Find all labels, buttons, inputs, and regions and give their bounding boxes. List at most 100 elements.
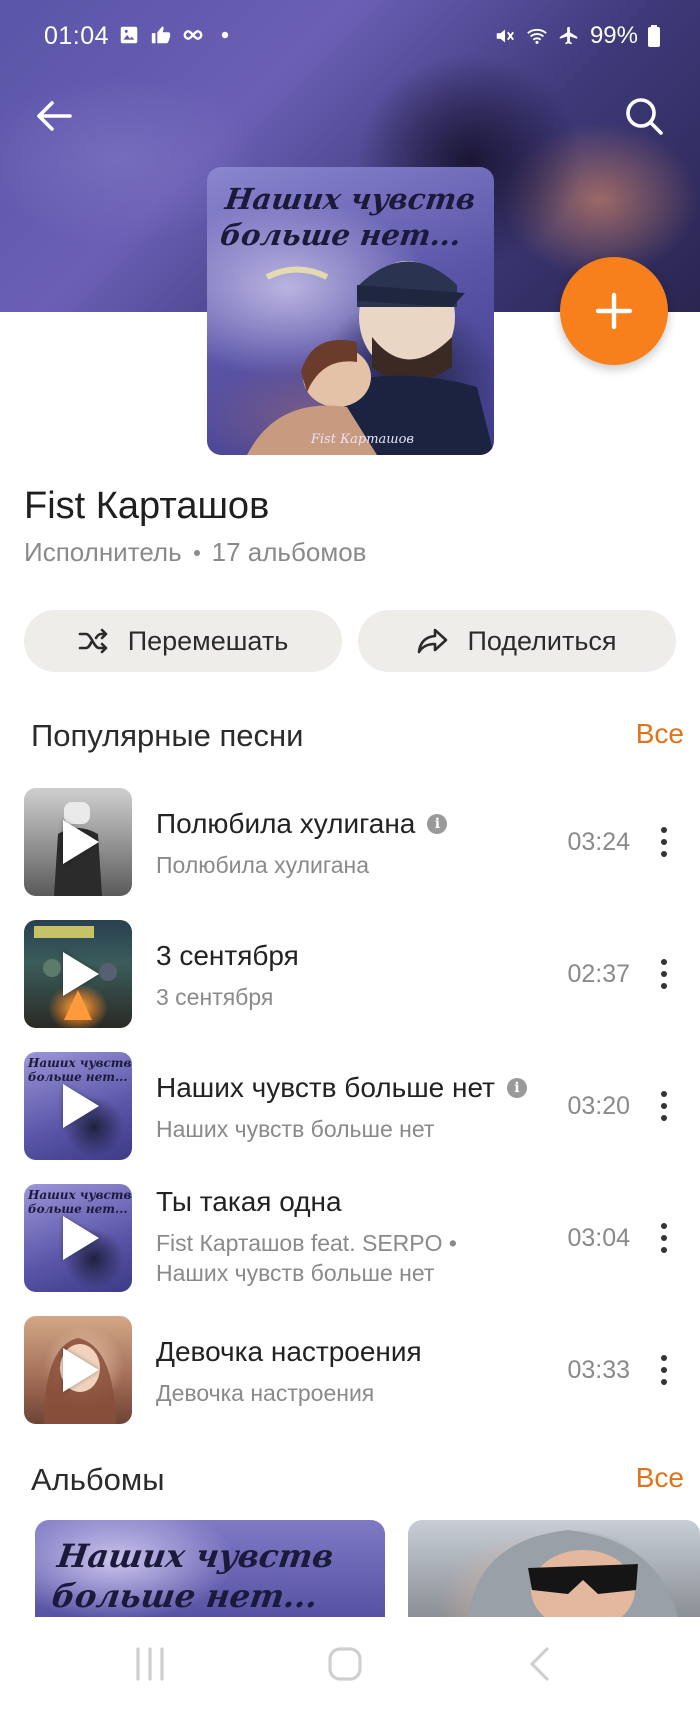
song-subtitle: Fist Карташов feat. SERPO • Наших чувств… xyxy=(156,1228,457,1288)
song-thumbnail-text: Наших чувств больше нет... xyxy=(28,1056,131,1084)
album-title-line-1: Наших чувств xyxy=(55,1537,337,1575)
add-button[interactable] xyxy=(560,257,668,365)
song-thumbnail[interactable]: Наших чувств больше нет... xyxy=(24,1184,132,1292)
more-options-button[interactable] xyxy=(650,1214,678,1262)
album-card[interactable]: Наших чувств больше нет... xyxy=(35,1520,385,1617)
home-button[interactable] xyxy=(315,1639,375,1689)
popular-songs-all-link[interactable]: Все xyxy=(636,718,684,750)
separator-dot xyxy=(193,549,200,556)
shuffle-button[interactable]: Перемешать xyxy=(24,610,342,672)
albums-title: Альбомы xyxy=(31,1462,165,1497)
song-title-text: Девочка настроения xyxy=(156,1336,422,1367)
more-options-button[interactable] xyxy=(650,1082,678,1130)
song-duration: 03:24 xyxy=(567,828,630,856)
arrow-left-icon xyxy=(37,101,72,131)
albums-count: 17 альбомов xyxy=(211,537,367,567)
song-duration: 02:37 xyxy=(567,960,630,988)
more-dot xyxy=(661,971,667,977)
more-dot xyxy=(661,1115,667,1121)
more-dot xyxy=(661,959,667,965)
more-options-button[interactable] xyxy=(650,950,678,998)
more-dot xyxy=(661,983,667,989)
album-card[interactable] xyxy=(408,1520,700,1617)
status-bar: 01:04 99% xyxy=(0,0,700,76)
more-dot xyxy=(661,827,667,833)
more-options-button[interactable] xyxy=(650,818,678,866)
album-art xyxy=(468,1530,678,1617)
song-subtitle-line-1: Fist Карташов feat. SERPO • xyxy=(156,1230,457,1256)
popular-songs-title: Популярные песни xyxy=(31,718,304,753)
recent-apps-button[interactable] xyxy=(120,1639,180,1689)
more-dot xyxy=(661,1247,667,1253)
nav-back-button[interactable] xyxy=(510,1639,570,1689)
song-title: Наших чувств больше нет i xyxy=(156,1072,527,1104)
thumb-line-2: больше нет... xyxy=(28,1070,128,1084)
more-dot xyxy=(661,839,667,845)
song-title-text: Полюбила хулигана xyxy=(156,808,416,839)
more-dot xyxy=(661,1355,667,1361)
song-row[interactable]: 3 сентября 3 сентября 02:37 xyxy=(0,920,700,1030)
shuffle-label: Перемешать xyxy=(127,625,289,656)
thumb-line-1: Наших чувств xyxy=(28,1188,132,1202)
song-subtitle: 3 сентября xyxy=(156,984,274,1010)
share-button[interactable]: Поделиться xyxy=(358,610,676,672)
thumb-line-2: больше нет... xyxy=(28,1202,128,1216)
more-dot xyxy=(661,1379,667,1385)
image-icon xyxy=(120,26,138,44)
more-options-button[interactable] xyxy=(650,1346,678,1394)
artist-type: Исполнитель xyxy=(24,537,182,567)
play-icon xyxy=(63,1216,99,1260)
song-row[interactable]: Девочка настроения Девочка настроения 03… xyxy=(0,1316,700,1426)
song-thumbnail[interactable] xyxy=(24,788,132,896)
info-icon[interactable]: i xyxy=(506,1078,527,1098)
song-title-text: 3 сентября xyxy=(156,940,299,971)
song-subtitle: Девочка настроения xyxy=(156,1380,375,1406)
song-thumbnail[interactable]: Наших чувств больше нет... xyxy=(24,1052,132,1160)
artist-name: Fist Карташов xyxy=(24,485,270,527)
artist-cover-image: Наших чувств больше нет... Fist Карташов xyxy=(207,167,494,455)
search-button[interactable] xyxy=(620,92,668,140)
back-icon xyxy=(530,1647,549,1681)
song-row[interactable]: Наших чувств больше нет... Наших чувств б… xyxy=(0,1052,700,1162)
thumb-line-1: Наших чувств xyxy=(28,1056,132,1070)
status-time: 01:04 xyxy=(44,22,110,50)
play-icon xyxy=(63,820,99,864)
status-right: 99% xyxy=(494,22,660,50)
albums-all-link[interactable]: Все xyxy=(636,1462,684,1494)
more-dot xyxy=(661,1235,667,1241)
plus-icon xyxy=(595,292,633,330)
song-duration: 03:20 xyxy=(567,1092,630,1120)
more-dot xyxy=(661,851,667,857)
song-row[interactable]: Наших чувств больше нет... Ты такая одна … xyxy=(0,1184,700,1294)
song-thumbnail[interactable] xyxy=(24,920,132,1028)
more-dot xyxy=(661,1223,667,1229)
song-title: Девочка настроения xyxy=(156,1336,422,1368)
song-thumbnail[interactable] xyxy=(24,1316,132,1424)
more-dot xyxy=(661,1103,667,1109)
song-row[interactable]: Полюбила хулигана i Полюбила хулигана 03… xyxy=(0,788,700,898)
play-icon xyxy=(63,1084,99,1128)
more-dot xyxy=(661,1367,667,1373)
share-label: Поделиться xyxy=(467,625,617,656)
info-icon[interactable]: i xyxy=(427,814,448,834)
wifi-icon xyxy=(527,28,547,44)
back-button[interactable] xyxy=(30,92,78,140)
cover-signature: Fist Карташов xyxy=(310,432,414,447)
song-title-text: Ты такая одна xyxy=(156,1186,342,1217)
infinity-icon xyxy=(183,30,203,40)
share-icon xyxy=(418,628,448,654)
recent-apps-icon xyxy=(136,1647,164,1681)
song-title-text: Наших чувств больше нет xyxy=(156,1072,495,1103)
song-subtitle-line-2: Наших чувств больше нет xyxy=(156,1260,435,1286)
song-title: Полюбила хулигана i xyxy=(156,808,448,840)
play-icon xyxy=(63,952,99,996)
artist-meta: Исполнитель 17 альбомов xyxy=(24,537,366,568)
album-title-line-2: больше нет... xyxy=(49,1577,321,1615)
song-subtitle: Полюбила хулигана xyxy=(156,852,370,878)
system-navigation-bar xyxy=(0,1617,700,1711)
thumbs-up-icon xyxy=(151,26,171,44)
battery-icon xyxy=(648,25,660,47)
cover-illustration xyxy=(247,261,494,455)
more-dot xyxy=(661,1091,667,1097)
home-icon xyxy=(328,1647,362,1681)
